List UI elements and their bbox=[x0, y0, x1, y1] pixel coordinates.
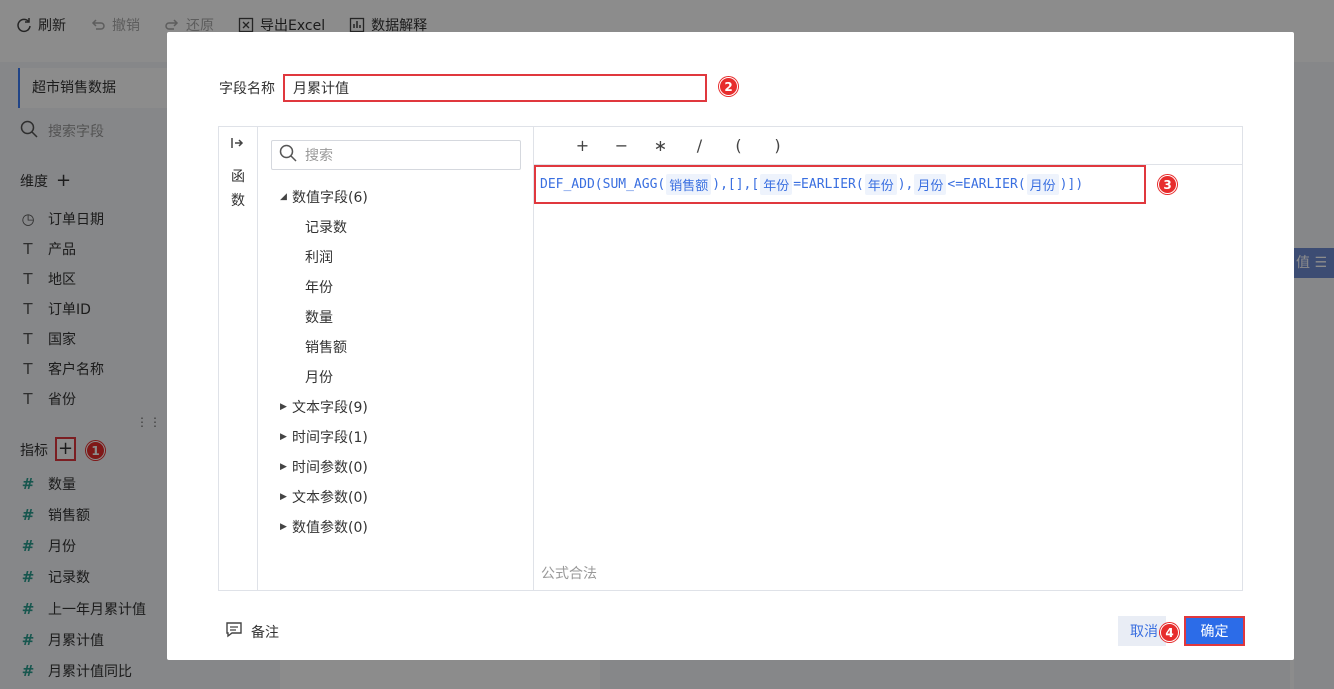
caret-right-icon: ▶ bbox=[280, 462, 287, 472]
field-tree: 搜索 ◢ 数值字段(6) 记录数 利润 年份 数量 销售额 月份 ▶ 文本字段(9… bbox=[258, 127, 534, 590]
formula-field-tag[interactable]: 月份 bbox=[1026, 174, 1059, 195]
field-name-input[interactable] bbox=[283, 74, 707, 102]
step-badge-2: 2 bbox=[719, 77, 738, 96]
comment-icon bbox=[225, 621, 243, 643]
tree-group-numeric[interactable]: ◢ 数值字段(6) bbox=[280, 187, 368, 207]
tree-group[interactable]: ▶ 文本参数(0) bbox=[280, 487, 368, 507]
tree-leaf[interactable]: 数量 bbox=[305, 307, 333, 327]
operator-right-paren[interactable]: ) bbox=[758, 136, 797, 155]
formula-editor: 函数 搜索 ◢ 数值字段(6) 记录数 利润 年份 数量 销售额 月份 ▶ 文本字… bbox=[218, 126, 1243, 591]
tree-leaf[interactable]: 月份 bbox=[305, 367, 333, 387]
formula-field-tag[interactable]: 销售额 bbox=[666, 174, 712, 195]
operator-left-paren[interactable]: ( bbox=[719, 136, 758, 155]
tree-leaf[interactable]: 年份 bbox=[305, 277, 333, 297]
operator-bar: + − ∗ / ( ) bbox=[534, 127, 1242, 165]
tree-group[interactable]: ▶ 文本字段(9) bbox=[280, 397, 368, 417]
operator-multiply[interactable]: ∗ bbox=[641, 136, 680, 155]
caret-right-icon: ▶ bbox=[280, 432, 287, 442]
confirm-button[interactable]: 确定 bbox=[1184, 616, 1245, 646]
formula-field-tag[interactable]: 月份 bbox=[914, 174, 947, 195]
cancel-button[interactable]: 取消 bbox=[1118, 616, 1166, 646]
tree-search-input[interactable]: 搜索 bbox=[271, 140, 521, 170]
tree-group[interactable]: ▶ 时间字段(1) bbox=[280, 427, 368, 447]
caret-right-icon: ▶ bbox=[280, 522, 287, 532]
tree-leaf[interactable]: 记录数 bbox=[305, 217, 347, 237]
field-name-row: 字段名称 bbox=[219, 74, 707, 102]
caret-down-icon: ◢ bbox=[280, 192, 287, 202]
operator-divide[interactable]: / bbox=[680, 136, 719, 155]
function-label: 函数 bbox=[231, 169, 245, 209]
formula-area: + − ∗ / ( ) DEF_ADD(SUM_AGG( 销售额 ),[],[ … bbox=[534, 127, 1242, 590]
operator-minus[interactable]: − bbox=[602, 136, 641, 155]
tree-leaf[interactable]: 销售额 bbox=[305, 337, 347, 357]
remark-button[interactable]: 备注 bbox=[225, 621, 279, 643]
formula-field-tag[interactable]: 年份 bbox=[864, 174, 897, 195]
step-badge-3: 3 bbox=[1158, 175, 1177, 194]
caret-right-icon: ▶ bbox=[280, 492, 287, 502]
operator-plus[interactable]: + bbox=[563, 136, 602, 155]
expand-arrow-icon bbox=[231, 137, 245, 152]
step-badge-4: 4 bbox=[1160, 623, 1179, 642]
tree-group[interactable]: ▶ 数值参数(0) bbox=[280, 517, 368, 537]
tree-group[interactable]: ▶ 时间参数(0) bbox=[280, 457, 368, 477]
field-name-label: 字段名称 bbox=[219, 81, 275, 97]
function-panel-toggle[interactable]: 函数 bbox=[219, 127, 258, 590]
formula-input[interactable]: DEF_ADD(SUM_AGG( 销售额 ),[],[ 年份 =EARLIER(… bbox=[534, 165, 1146, 204]
calculated-field-dialog: 字段名称 2 函数 搜索 ◢ 数值字段(6) 记录数 利润 年份 数量 bbox=[167, 32, 1294, 660]
caret-right-icon: ▶ bbox=[280, 402, 287, 412]
tree-leaf[interactable]: 利润 bbox=[305, 247, 333, 267]
formula-field-tag[interactable]: 年份 bbox=[760, 174, 793, 195]
search-icon bbox=[279, 144, 297, 166]
formula-validation-status: 公式合法 bbox=[541, 566, 597, 582]
